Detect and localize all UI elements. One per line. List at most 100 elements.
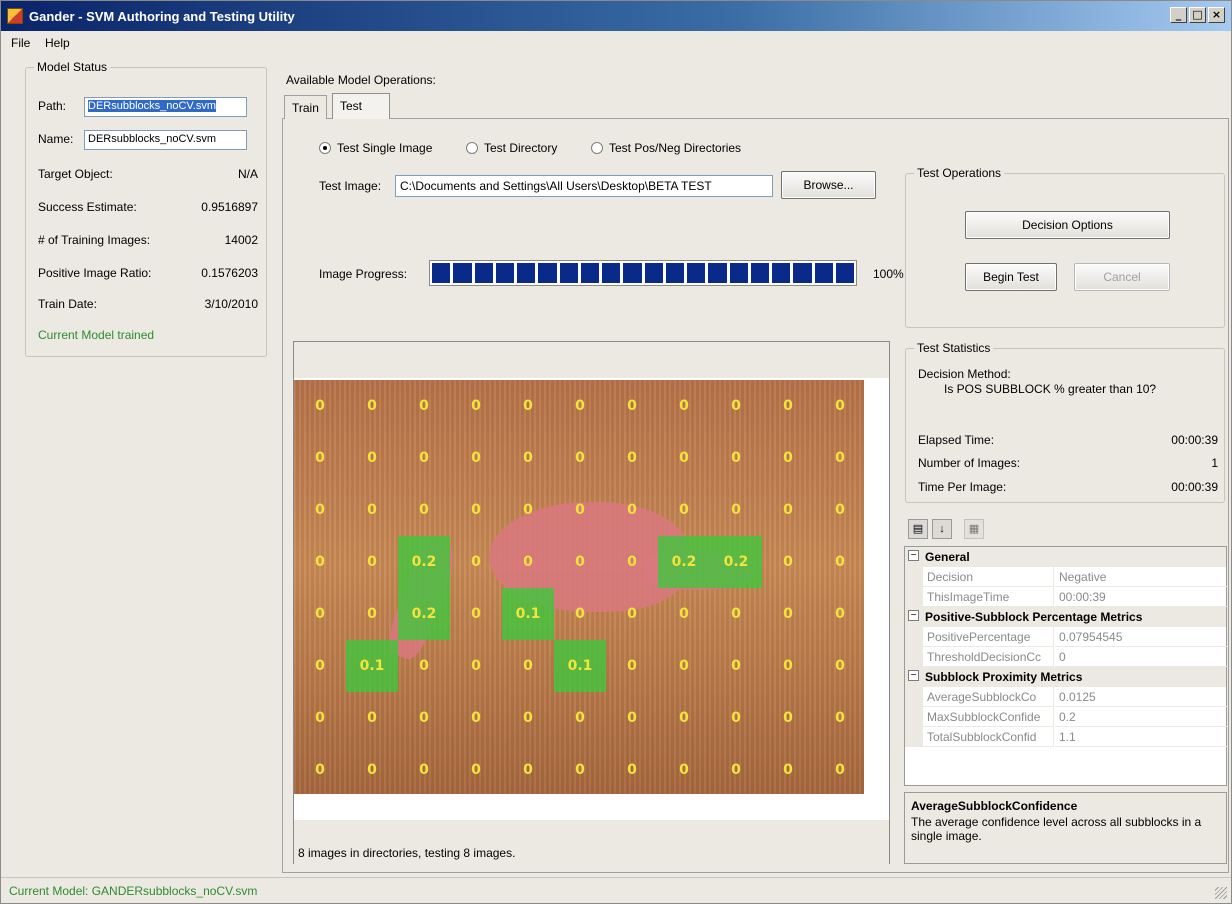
property-row[interactable]: ThresholdDecisionCc 0 [905,647,1228,667]
subblock: 0 [606,692,658,744]
progress-segment [814,263,833,283]
collapse-icon[interactable]: − [908,610,919,621]
progress-segment [644,263,663,283]
subblock: 0 [606,536,658,588]
decision-options-button[interactable]: Decision Options [965,211,1170,239]
train-date-row: Train Date: 3/10/2010 [38,297,258,311]
minimize-icon[interactable]: _ [1170,7,1187,23]
subblock-confidence: 0 [731,762,741,778]
success-label: Success Estimate: [38,200,137,214]
subblock-confidence: 0 [471,762,481,778]
menu-file[interactable]: File [11,36,30,50]
image-count-label: Number of Images: [918,456,1021,470]
decision-method-value: Is POS SUBBLOCK % greater than 10? [944,382,1157,396]
title-bar[interactable]: Gander - SVM Authoring and Testing Utili… [1,1,1231,31]
menu-help[interactable]: Help [45,36,70,50]
property-key: MaxSubblockConfide [923,707,1054,727]
subblock: 0 [502,692,554,744]
subblock-confidence: 0.2 [671,554,697,570]
subblock: 0 [658,380,710,432]
browse-button[interactable]: Browse... [781,171,876,199]
property-key: ThresholdDecisionCc [923,647,1054,667]
test-image-field[interactable]: C:\Documents and Settings\All Users\Desk… [395,175,773,197]
tab-train[interactable]: Train [284,95,327,119]
subblock: 0 [398,640,450,692]
training-value: 14002 [224,233,258,247]
preview-bottom-band: 8 images in directories, testing 8 image… [294,820,889,865]
subblock-confidence: 0 [367,710,377,726]
property-value[interactable]: Negative [1055,567,1228,587]
subblock: 0 [294,484,346,536]
progress-segment [580,263,599,283]
tab-test[interactable]: Test [332,93,390,119]
property-category[interactable]: − General [905,547,1226,567]
subblock: 0 [710,692,762,744]
subblock-confidence: 0.1 [567,658,593,674]
directory-status-text: 8 images in directories, testing 8 image… [298,846,516,860]
progress-segment [793,263,812,283]
subblock: 0 [658,484,710,536]
subblock: 0 [814,380,864,432]
property-row[interactable]: PositivePercentage 0.07954545 [905,627,1228,647]
radio-unselected-icon [591,142,603,154]
subblock-confidence: 0 [367,502,377,518]
categorized-icon[interactable]: ▤ [908,519,928,539]
collapse-icon[interactable]: − [908,550,919,561]
subblock: 0 [554,484,606,536]
subblock-confidence: 0 [783,762,793,778]
sort-alphabetical-icon[interactable]: ↓ [932,519,952,539]
property-value[interactable]: 0.2 [1055,707,1228,727]
property-category[interactable]: − Subblock Proximity Metrics [905,667,1226,687]
path-field[interactable]: DERsubblocks_noCV.svm [84,97,247,117]
property-value[interactable]: 00:00:39 [1055,587,1228,607]
radio-test-directory[interactable]: Test Directory [466,141,557,155]
subblock-confidence: 0 [471,658,481,674]
radio-selected-icon [319,142,331,154]
property-row[interactable]: TotalSubblockConfid 1.1 [905,727,1228,747]
cancel-button[interactable]: Cancel [1074,263,1170,291]
subblock-confidence: 0 [627,606,637,622]
subblock-confidence: 0 [523,554,533,570]
subblock: 0 [450,692,502,744]
radio-unselected-icon [466,142,478,154]
subblock: 0 [658,432,710,484]
subblock: 0 [554,380,606,432]
property-category-label: Positive-Subblock Percentage Metrics [925,610,1143,624]
collapse-icon[interactable]: − [908,670,919,681]
property-pages-icon[interactable]: ▦ [964,519,984,539]
subblock: 0 [658,588,710,640]
close-icon[interactable]: × [1208,7,1225,23]
subblock-confidence: 0 [627,398,637,414]
radio-test-single-image[interactable]: Test Single Image [319,141,432,155]
model-status-legend: Model Status [34,60,111,74]
subblock-confidence: 0 [679,450,689,466]
property-grid-table: − General Decision Negative ThisImageTime 00:… [904,546,1228,786]
radio-test-pos-neg[interactable]: Test Pos/Neg Directories [591,141,741,155]
property-value[interactable]: 1.1 [1055,727,1228,747]
property-value[interactable]: 0.07954545 [1055,627,1228,647]
subblock-confidence: 0 [471,502,481,518]
begin-test-button[interactable]: Begin Test [965,263,1057,291]
resize-grip-icon[interactable] [1215,887,1227,899]
subblock-confidence: 0 [419,762,429,778]
subblock: 0 [762,744,814,794]
image-progress-label: Image Progress: [319,267,408,281]
property-row[interactable]: Decision Negative [905,567,1228,587]
subblock: 0 [502,484,554,536]
property-row[interactable]: ThisImageTime 00:00:39 [905,587,1228,607]
subblock-confidence: 0 [783,606,793,622]
maximize-icon[interactable]: □ [1189,7,1206,23]
subblock-confidence: 0 [419,450,429,466]
property-value[interactable]: 0 [1055,647,1228,667]
subblock-confidence: 0 [731,502,741,518]
property-value[interactable]: 0.0125 [1055,687,1228,707]
model-status-group: Model Status Path: DERsubblocks_noCV.svm… [25,60,267,357]
subblock: 0 [710,588,762,640]
name-field[interactable]: DERsubblocks_noCV.svm [84,130,247,150]
property-category[interactable]: − Positive-Subblock Percentage Metrics [905,607,1226,627]
property-row[interactable]: MaxSubblockConfide 0.2 [905,707,1228,727]
subblock: 0 [710,380,762,432]
subblock-confidence: 0 [575,762,585,778]
train-date-label: Train Date: [38,297,97,311]
property-row[interactable]: AverageSubblockCo 0.0125 [905,687,1228,707]
